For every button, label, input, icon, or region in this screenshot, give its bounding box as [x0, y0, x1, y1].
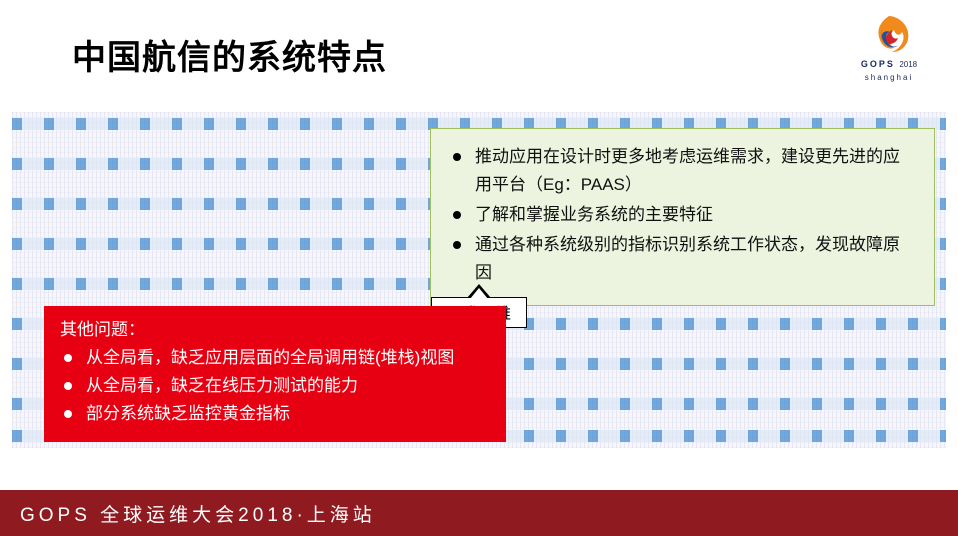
issue-item: 部分系统缺乏监控黄金指标	[60, 400, 490, 428]
requirement-item: 通过各种系统级别的指标识别系统工作状态，发现故障原因	[449, 231, 916, 287]
flame-icon	[866, 14, 912, 54]
slide-title: 中国航信的系统特点	[72, 30, 387, 79]
conference-logo: GOPS 2018 shanghai	[854, 14, 924, 82]
issues-box: 其他问题： 从全局看，缺乏应用层面的全局调用链(堆栈)视图 从全局看，缺乏在线压…	[44, 306, 506, 442]
requirement-item: 了解和掌握业务系统的主要特征	[449, 201, 916, 229]
footer-bar: GOPS 全球运维大会2018·上海站	[0, 490, 958, 536]
requirement-item: 推动应用在设计时更多地考虑运维需求，建设更先进的应用平台（Eg：PAAS）	[449, 143, 916, 199]
issue-item: 从全局看，缺乏在线压力测试的能力	[60, 372, 490, 400]
slide: 中国航信的系统特点 GOPS 2018 shanghai 推动应用在设计时更多地…	[0, 0, 958, 536]
arrow-up-icon	[467, 284, 491, 298]
footer-text: GOPS 全球运维大会2018·上海站	[20, 500, 376, 527]
issue-item: 从全局看，缺乏应用层面的全局调用链(堆栈)视图	[60, 344, 490, 372]
logo-brand: GOPS 2018	[854, 54, 924, 72]
logo-subtitle: shanghai	[854, 73, 924, 82]
issues-header: 其他问题：	[60, 316, 490, 344]
requirements-box: 推动应用在设计时更多地考虑运维需求，建设更先进的应用平台（Eg：PAAS） 了解…	[430, 128, 935, 306]
